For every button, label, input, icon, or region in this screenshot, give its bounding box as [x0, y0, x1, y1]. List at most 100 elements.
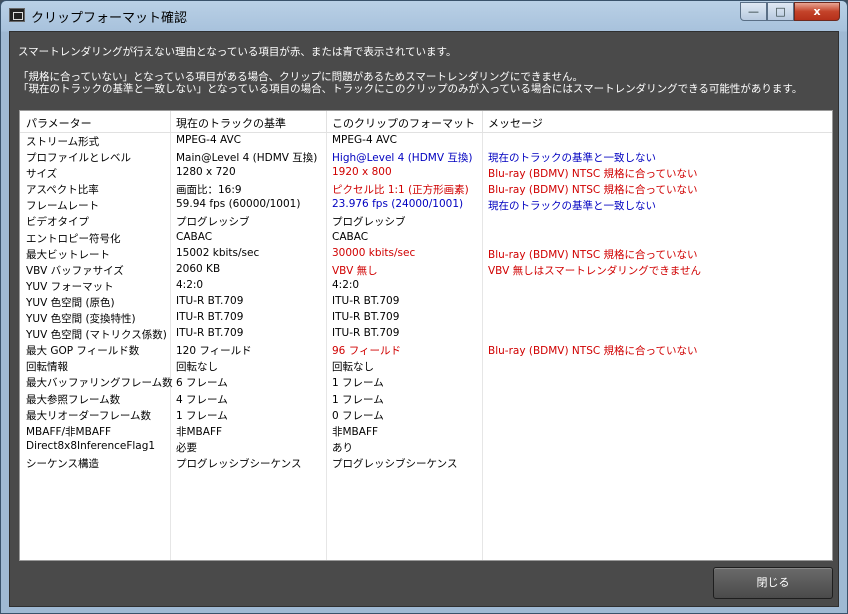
- clip-cell: ITU-R BT.709: [332, 294, 400, 307]
- close-button[interactable]: 閉じる: [713, 567, 833, 599]
- current-cell: 必要: [176, 441, 197, 454]
- clip-cell: 回転なし: [332, 361, 374, 374]
- current-cell: CABAC: [176, 230, 213, 243]
- param-cell: 最大バッファリングフレーム数: [26, 377, 173, 390]
- param-cell: VBV バッファサイズ: [26, 264, 124, 277]
- clip-cell: プログレッシブシーケンス: [332, 457, 458, 470]
- current-cell: プログレッシブシーケンス: [176, 457, 302, 470]
- title-bar[interactable]: クリップフォーマット確認 — □ x: [1, 1, 847, 31]
- current-cell: 非MBAFF: [176, 425, 223, 438]
- message-cell: Blu-ray (BDMV) NTSC 規格に合っていない: [488, 184, 698, 197]
- clip-cell: 1 フレーム: [332, 377, 384, 390]
- clip-cell: ITU-R BT.709: [332, 311, 400, 324]
- current-cell: 1 フレーム: [176, 409, 228, 422]
- minimize-button[interactable]: —: [740, 2, 767, 21]
- param-cell: YUV フォーマット: [26, 280, 114, 293]
- current-cell: 画面比：16:9: [176, 184, 242, 197]
- info-text-3: 「現在のトラックの基準と一致しない」となっている項目の場合、トラックにこのクリッ…: [18, 83, 803, 95]
- clip-cell: 96 フィールド: [332, 345, 401, 358]
- dialog-client-area: スマートレンダリングが行えない理由となっている項目が赤、または青で表示されていま…: [9, 31, 839, 607]
- dialog-window: クリップフォーマット確認 — □ x スマートレンダリングが行えない理由となって…: [0, 0, 848, 614]
- current-cell: 120 フィールド: [176, 345, 252, 358]
- current-cell: 6 フレーム: [176, 377, 228, 390]
- maximize-button[interactable]: □: [767, 2, 794, 21]
- clip-cell: あり: [332, 441, 353, 454]
- table-row[interactable]: 回転情報 回転なし 回転なし: [20, 358, 832, 374]
- clip-cell: 0 フレーム: [332, 409, 384, 422]
- table-row[interactable]: プロファイルとレベル Main@Level 4 (HDMV 互換) High@Lev…: [20, 149, 832, 165]
- current-cell: 4:2:0: [176, 278, 204, 291]
- header-parameter[interactable]: パラメーター: [26, 115, 92, 131]
- header-clip-format[interactable]: このクリップのフォーマット: [332, 115, 475, 131]
- clip-cell: CABAC: [332, 230, 369, 243]
- param-cell: 回転情報: [26, 361, 68, 374]
- current-cell: プログレッシブ: [176, 216, 250, 229]
- table-row[interactable]: VBV バッファサイズ 2060 KB VBV 無し VBV 無しはスマートレンダリン…: [20, 262, 832, 278]
- current-cell: 回転なし: [176, 361, 218, 374]
- param-cell: 最大参照フレーム数: [26, 393, 121, 406]
- current-cell: 59.94 fps (60000/1001): [176, 198, 301, 211]
- table-row[interactable]: シーケンス構造 プログレッシブシーケンス プログレッシブシーケンス: [20, 455, 832, 471]
- table-row[interactable]: 最大ビットレート 15002 kbits/sec 30000 kbits/sec Bl…: [20, 246, 832, 262]
- clip-cell: ピクセル比 1:1 (正方形画素): [332, 184, 469, 197]
- clip-cell: ITU-R BT.709: [332, 327, 400, 340]
- table-row[interactable]: YUV フォーマット 4:2:0 4:2:0: [20, 278, 832, 294]
- message-cell: Blu-ray (BDMV) NTSC 規格に合っていない: [488, 248, 698, 261]
- current-cell: ITU-R BT.709: [176, 294, 244, 307]
- param-cell: YUV 色空間 (原色): [26, 296, 115, 309]
- current-cell: ITU-R BT.709: [176, 311, 244, 324]
- table-row[interactable]: YUV 色空間 (マトリクス係数) ITU-R BT.709 ITU-R BT.70…: [20, 326, 832, 342]
- table-row[interactable]: MBAFF/非MBAFF 非MBAFF 非MBAFF: [20, 423, 832, 439]
- param-cell: 最大 GOP フィールド数: [26, 345, 140, 358]
- message-cell: VBV 無しはスマートレンダリングできません: [488, 264, 701, 277]
- clip-cell: プログレッシブ: [332, 216, 406, 229]
- table-row[interactable]: アスペクト比率 画面比：16:9 ピクセル比 1:1 (正方形画素) Blu-ray …: [20, 181, 832, 197]
- clip-cell: VBV 無し: [332, 264, 378, 277]
- clip-cell: High@Level 4 (HDMV 互換): [332, 152, 473, 165]
- table-row[interactable]: YUV 色空間 (変換特性) ITU-R BT.709 ITU-R BT.709: [20, 310, 832, 326]
- table-row[interactable]: 最大バッファリングフレーム数 6 フレーム 1 フレーム: [20, 374, 832, 390]
- table-row[interactable]: エントロピー符号化 CABAC CABAC: [20, 230, 832, 246]
- current-cell: 4 フレーム: [176, 393, 228, 406]
- clip-cell: 30000 kbits/sec: [332, 246, 416, 259]
- clip-cell: 4:2:0: [332, 278, 360, 291]
- param-cell: エントロピー符号化: [26, 232, 121, 245]
- window-title: クリップフォーマット確認: [31, 11, 188, 26]
- table-row[interactable]: Direct8x8InferenceFlag1 必要 あり: [20, 439, 832, 455]
- param-cell: MBAFF/非MBAFF: [26, 425, 112, 438]
- current-cell: ITU-R BT.709: [176, 327, 244, 340]
- param-cell: シーケンス構造: [26, 457, 99, 470]
- close-window-button[interactable]: x: [794, 2, 840, 21]
- current-cell: Main@Level 4 (HDMV 互換): [176, 152, 318, 165]
- header-message[interactable]: メッセージ: [488, 115, 543, 131]
- table-row[interactable]: YUV 色空間 (原色) ITU-R BT.709 ITU-R BT.709: [20, 294, 832, 310]
- param-cell: YUV 色空間 (マトリクス係数): [26, 329, 167, 342]
- clip-cell: 1 フレーム: [332, 393, 384, 406]
- current-cell: MPEG-4 AVC: [176, 134, 241, 146]
- current-cell: 1280 x 720: [176, 166, 236, 179]
- table-row[interactable]: 最大 GOP フィールド数 120 フィールド 96 フィールド Blu-ray (B…: [20, 342, 832, 358]
- param-cell: 最大ビットレート: [26, 248, 110, 261]
- table-body: ストリーム形式 MPEG-4 AVC MPEG-4 AVC プロファイルとレベル Mai…: [20, 133, 832, 471]
- param-cell: YUV 色空間 (変換特性): [26, 313, 136, 326]
- table-header: パラメーター 現在のトラックの基準 このクリップのフォーマット メッセージ: [20, 111, 832, 133]
- current-cell: 15002 kbits/sec: [176, 246, 260, 259]
- header-current-standard[interactable]: 現在のトラックの基準: [176, 115, 286, 131]
- message-cell: Blu-ray (BDMV) NTSC 規格に合っていない: [488, 345, 698, 358]
- clip-cell: MPEG-4 AVC: [332, 134, 397, 146]
- param-cell: ストリーム形式: [26, 136, 100, 148]
- table-row[interactable]: サイズ 1280 x 720 1920 x 800 Blu-ray (BDMV) NT…: [20, 165, 832, 181]
- param-cell: サイズ: [26, 168, 58, 181]
- current-cell: 2060 KB: [176, 262, 221, 275]
- table-row[interactable]: 最大参照フレーム数 4 フレーム 1 フレーム: [20, 391, 832, 407]
- message-cell: 現在のトラックの基準と一致しない: [488, 152, 656, 165]
- table-row[interactable]: ビデオタイプ プログレッシブ プログレッシブ: [20, 213, 832, 229]
- clip-cell: 1920 x 800: [332, 166, 392, 179]
- clip-cell: 非MBAFF: [332, 425, 379, 438]
- table-row[interactable]: フレームレート 59.94 fps (60000/1001) 23.976 fps …: [20, 197, 832, 213]
- table-row[interactable]: 最大リオーダーフレーム数 1 フレーム 0 フレーム: [20, 407, 832, 423]
- format-table[interactable]: パラメーター 現在のトラックの基準 このクリップのフォーマット メッセージ スト…: [19, 110, 833, 561]
- table-row[interactable]: ストリーム形式 MPEG-4 AVC MPEG-4 AVC: [20, 133, 832, 149]
- param-cell: プロファイルとレベル: [26, 152, 131, 165]
- param-cell: ビデオタイプ: [26, 216, 89, 229]
